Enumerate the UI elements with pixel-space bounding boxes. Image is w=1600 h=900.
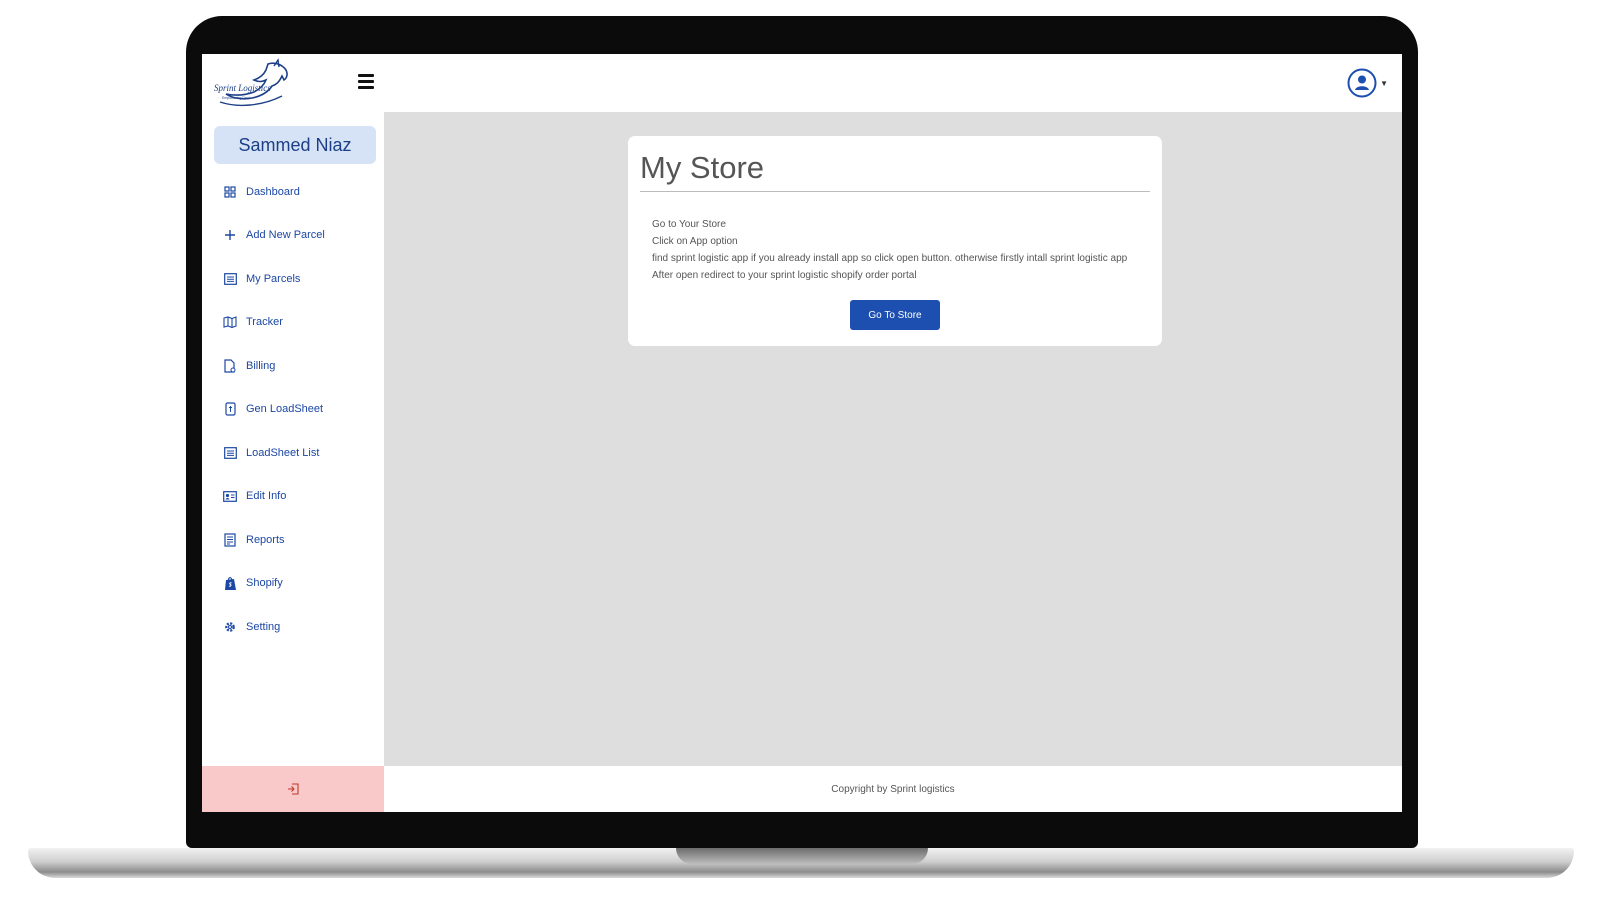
sidebar-menu: Dashboard Add New Parcel My Parcels Trac… [202, 170, 384, 649]
sidebar-item-reports[interactable]: Reports [202, 518, 384, 562]
sidebar-item-tracker[interactable]: Tracker [202, 301, 384, 345]
sidebar-item-label: Gen LoadSheet [246, 403, 324, 416]
main-content: My Store Go to Your Store Click on App o… [384, 112, 1402, 766]
document-icon [222, 401, 238, 417]
sprint-logistics-logo[interactable]: Sprint Logistics Empowering Deal [212, 58, 294, 108]
sidebar-item-label: Dashboard [246, 185, 300, 198]
sidebar-item-label: Shopify [246, 577, 283, 590]
title-divider [640, 191, 1150, 192]
sidebar-item-label: Tracker [246, 316, 283, 329]
sidebar-item-gen-loadsheet[interactable]: Gen LoadSheet [202, 388, 384, 432]
gear-icon [222, 619, 238, 635]
sidebar-item-label: Edit Info [246, 490, 287, 503]
instructions: Go to Your Store Click on App option fin… [652, 216, 1127, 284]
logo-text: Sprint Logistics [214, 83, 271, 93]
grid-icon [222, 184, 238, 200]
instruction-line: After open redirect to your sprint logis… [652, 270, 917, 281]
app-screen: Sprint Logistics Empowering Deal ▼ Samme… [202, 54, 1402, 812]
logout-button[interactable] [202, 766, 384, 812]
plus-icon [222, 227, 238, 243]
sidebar-item-label: Setting [246, 620, 281, 633]
sidebar-item-setting[interactable]: Setting [202, 605, 384, 649]
list-icon [222, 271, 238, 287]
shopify-bag-icon [222, 575, 238, 591]
instruction-line: Go to Your Store [652, 219, 726, 230]
sidebar-item-label: Add New Parcel [246, 229, 325, 242]
sidebar-item-label: Reports [246, 533, 285, 546]
sidebar-item-label: My Parcels [246, 272, 301, 285]
footer: Copyright by Sprint logistics [384, 766, 1402, 812]
instruction-line: find sprint logistic app if you already … [652, 253, 1128, 264]
logo-tagline: Empowering Deal [222, 96, 250, 100]
sidebar: Sammed Niaz Dashboard Add New Parcel My … [202, 112, 384, 766]
user-menu[interactable]: ▼ [1347, 68, 1388, 98]
id-card-icon [222, 488, 238, 504]
sidebar-item-billing[interactable]: Billing [202, 344, 384, 388]
logout-icon [288, 783, 299, 795]
user-name-badge: Sammed Niaz [214, 126, 376, 164]
sidebar-item-edit-info[interactable]: Edit Info [202, 475, 384, 519]
top-bar: Sprint Logistics Empowering Deal ▼ [202, 54, 1402, 112]
sidebar-item-shopify[interactable]: Shopify [202, 562, 384, 606]
sidebar-item-loadsheet-list[interactable]: LoadSheet List [202, 431, 384, 475]
sidebar-item-dashboard[interactable]: Dashboard [202, 170, 384, 214]
laptop-notch [676, 848, 928, 864]
my-store-card: My Store Go to Your Store Click on App o… [628, 136, 1162, 346]
chevron-down-icon[interactable]: ▼ [1380, 79, 1388, 88]
sidebar-item-my-parcels[interactable]: My Parcels [202, 257, 384, 301]
copyright-text: Copyright by Sprint logistics [831, 783, 955, 795]
report-icon [222, 532, 238, 548]
sidebar-item-label: Billing [246, 359, 276, 372]
hamburger-menu-icon[interactable] [358, 74, 374, 90]
sidebar-item-label: LoadSheet List [246, 446, 320, 459]
list-icon [222, 445, 238, 461]
map-icon [222, 314, 238, 330]
page-title: My Store [640, 150, 765, 185]
sidebar-item-add-new-parcel[interactable]: Add New Parcel [202, 214, 384, 258]
user-avatar-icon[interactable] [1347, 68, 1377, 98]
instruction-line: Click on App option [652, 236, 738, 247]
invoice-icon [222, 358, 238, 374]
go-to-store-button[interactable]: Go To Store [850, 300, 940, 330]
